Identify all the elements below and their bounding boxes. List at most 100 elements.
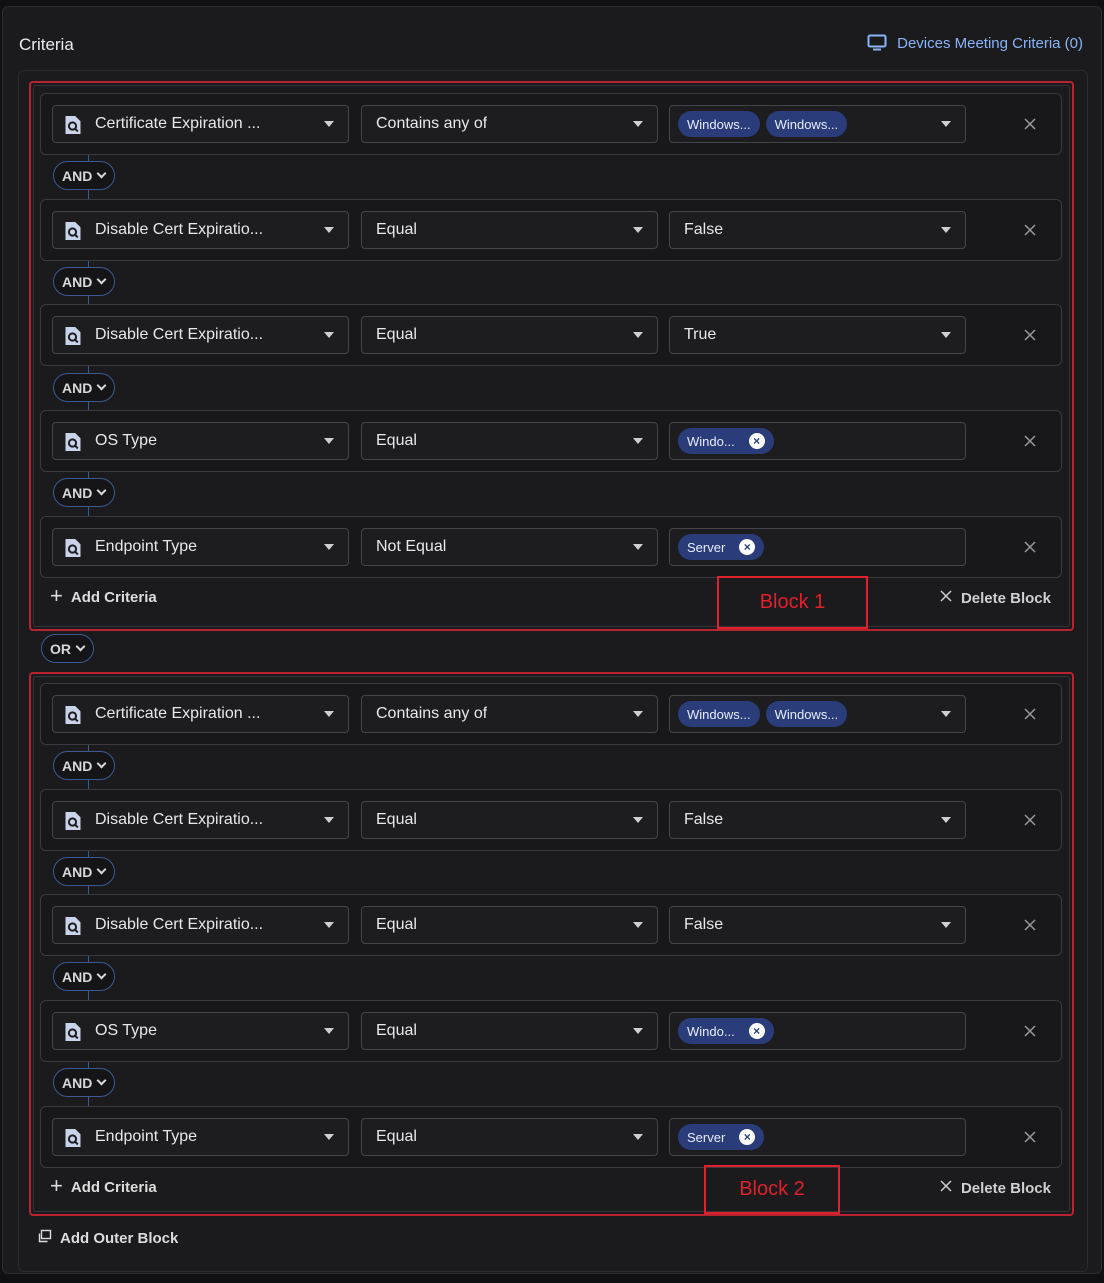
field-select[interactable]: Disable Cert Expiratio... (52, 211, 349, 249)
chip-remove-icon[interactable]: × (739, 1129, 756, 1145)
value-select[interactable]: True (669, 316, 966, 354)
chip-remove-icon[interactable]: × (748, 433, 765, 449)
chip-remove-icon[interactable]: × (739, 539, 756, 555)
operator-select[interactable]: Equal (361, 316, 658, 354)
field-select-value: Disable Cert Expiratio... (95, 221, 264, 238)
search-doc-icon (64, 916, 82, 941)
value-chip: Windows... (765, 701, 848, 727)
value-chip-label: Windo... (687, 1023, 735, 1039)
field-select[interactable]: Certificate Expiration ... (52, 105, 349, 143)
field-select[interactable]: Endpoint Type (52, 1118, 349, 1156)
remove-criteria-close-icon[interactable] (1019, 219, 1041, 241)
delete-block-button[interactable]: Delete Block (939, 589, 1051, 607)
value-select[interactable]: False (669, 906, 966, 944)
criteria-row: OS Type Equal Windo... × (40, 1000, 1062, 1062)
field-select-value: Endpoint Type (95, 538, 198, 555)
field-select[interactable]: OS Type (52, 1012, 349, 1050)
operator-select[interactable]: Equal (361, 1012, 658, 1050)
operator-select[interactable]: Contains any of (361, 695, 658, 733)
remove-criteria-close-icon[interactable] (1019, 113, 1041, 135)
delete-block-label: Delete Block (960, 589, 1051, 607)
value-select-value: False (684, 221, 724, 238)
devices-link-label: Devices Meeting Criteria (0) (897, 34, 1083, 52)
remove-criteria-close-icon[interactable] (1019, 324, 1041, 346)
field-select[interactable]: Endpoint Type (52, 528, 349, 566)
value-select[interactable]: Server × (669, 1118, 966, 1156)
field-select[interactable]: Disable Cert Expiratio... (52, 906, 349, 944)
remove-criteria-close-icon[interactable] (1019, 703, 1041, 725)
operator-select[interactable]: Equal (361, 1118, 658, 1156)
value-select[interactable]: False (669, 211, 966, 249)
and-connector-dropdown[interactable]: AND (53, 161, 116, 190)
value-chip: Windo... × (678, 428, 774, 454)
operator-select[interactable]: Not Equal (361, 528, 658, 566)
remove-criteria-close-icon[interactable] (1019, 914, 1041, 936)
remove-criteria-close-icon[interactable] (1019, 430, 1041, 452)
operator-select-value: Equal (376, 916, 417, 933)
field-select-value: OS Type (95, 1022, 157, 1039)
caret-down-icon (633, 121, 643, 127)
caret-down-icon (941, 332, 951, 338)
criteria-row: Disable Cert Expiratio... Equal True (40, 304, 1062, 366)
field-select-value: OS Type (95, 432, 157, 449)
operator-select[interactable]: Equal (361, 906, 658, 944)
criteria-row: Endpoint Type Equal Server × (40, 1106, 1062, 1168)
value-select[interactable]: Windo... × (669, 1012, 966, 1050)
chevron-down-icon (96, 168, 107, 179)
search-doc-icon (64, 326, 82, 351)
caret-down-icon (633, 817, 643, 823)
remove-criteria-close-icon[interactable] (1019, 809, 1041, 831)
operator-select[interactable]: Equal (361, 422, 658, 460)
caret-down-icon (633, 1134, 643, 1140)
operator-select[interactable]: Equal (361, 211, 658, 249)
chip-remove-icon[interactable]: × (748, 1023, 765, 1039)
operator-select-value: Contains any of (376, 705, 488, 722)
value-chip-label: Server (687, 539, 726, 555)
devices-meeting-criteria-link[interactable]: Devices Meeting Criteria (0) (867, 34, 1083, 52)
chevron-down-icon (96, 758, 107, 769)
field-select[interactable]: Disable Cert Expiratio... (52, 316, 349, 354)
caret-down-icon (324, 227, 334, 233)
delete-block-button[interactable]: Delete Block (939, 1179, 1051, 1197)
value-select[interactable]: Windo... × (669, 422, 966, 460)
and-connector-dropdown[interactable]: AND (53, 857, 116, 886)
caret-down-icon (941, 227, 951, 233)
operator-select[interactable]: Contains any of (361, 105, 658, 143)
field-select[interactable]: Disable Cert Expiratio... (52, 801, 349, 839)
caret-down-icon (633, 1028, 643, 1034)
add-criteria-button[interactable]: + Add Criteria (50, 585, 157, 607)
and-connector-dropdown[interactable]: AND (53, 478, 116, 507)
caret-down-icon (941, 711, 951, 717)
field-select-value: Certificate Expiration ... (95, 115, 261, 132)
add-outer-block-button[interactable]: Add Outer Block (38, 1229, 178, 1247)
remove-criteria-close-icon[interactable] (1019, 1126, 1041, 1148)
field-select[interactable]: OS Type (52, 422, 349, 460)
delete-block-label: Delete Block (960, 1179, 1051, 1197)
value-select[interactable]: Windows... Windows... (669, 105, 966, 143)
search-doc-icon (64, 115, 82, 140)
caret-down-icon (941, 922, 951, 928)
caret-down-icon (633, 544, 643, 550)
and-connector-dropdown[interactable]: AND (53, 751, 116, 780)
and-connector-dropdown[interactable]: AND (53, 1068, 116, 1097)
chevron-down-icon (96, 274, 107, 285)
value-select[interactable]: Server × (669, 528, 966, 566)
remove-criteria-close-icon[interactable] (1019, 1020, 1041, 1042)
operator-select[interactable]: Equal (361, 801, 658, 839)
block-annotation-label: Block 2 (704, 1165, 840, 1214)
and-connector-dropdown[interactable]: AND (53, 267, 116, 296)
criteria-row: Certificate Expiration ... Contains any o… (40, 93, 1062, 155)
caret-down-icon (324, 1028, 334, 1034)
value-select[interactable]: Windows... Windows... (669, 695, 966, 733)
and-connector-dropdown[interactable]: AND (53, 962, 116, 991)
value-select[interactable]: False (669, 801, 966, 839)
criteria-row: Certificate Expiration ... Contains any o… (40, 683, 1062, 745)
or-connector-dropdown[interactable]: OR (41, 634, 94, 663)
chevron-down-icon (96, 969, 107, 980)
value-chip-label: Windows... (687, 116, 751, 132)
field-select[interactable]: Certificate Expiration ... (52, 695, 349, 733)
and-connector-dropdown[interactable]: AND (53, 373, 116, 402)
add-criteria-button[interactable]: + Add Criteria (50, 1175, 157, 1197)
remove-criteria-close-icon[interactable] (1019, 536, 1041, 558)
field-select-value: Disable Cert Expiratio... (95, 811, 264, 828)
